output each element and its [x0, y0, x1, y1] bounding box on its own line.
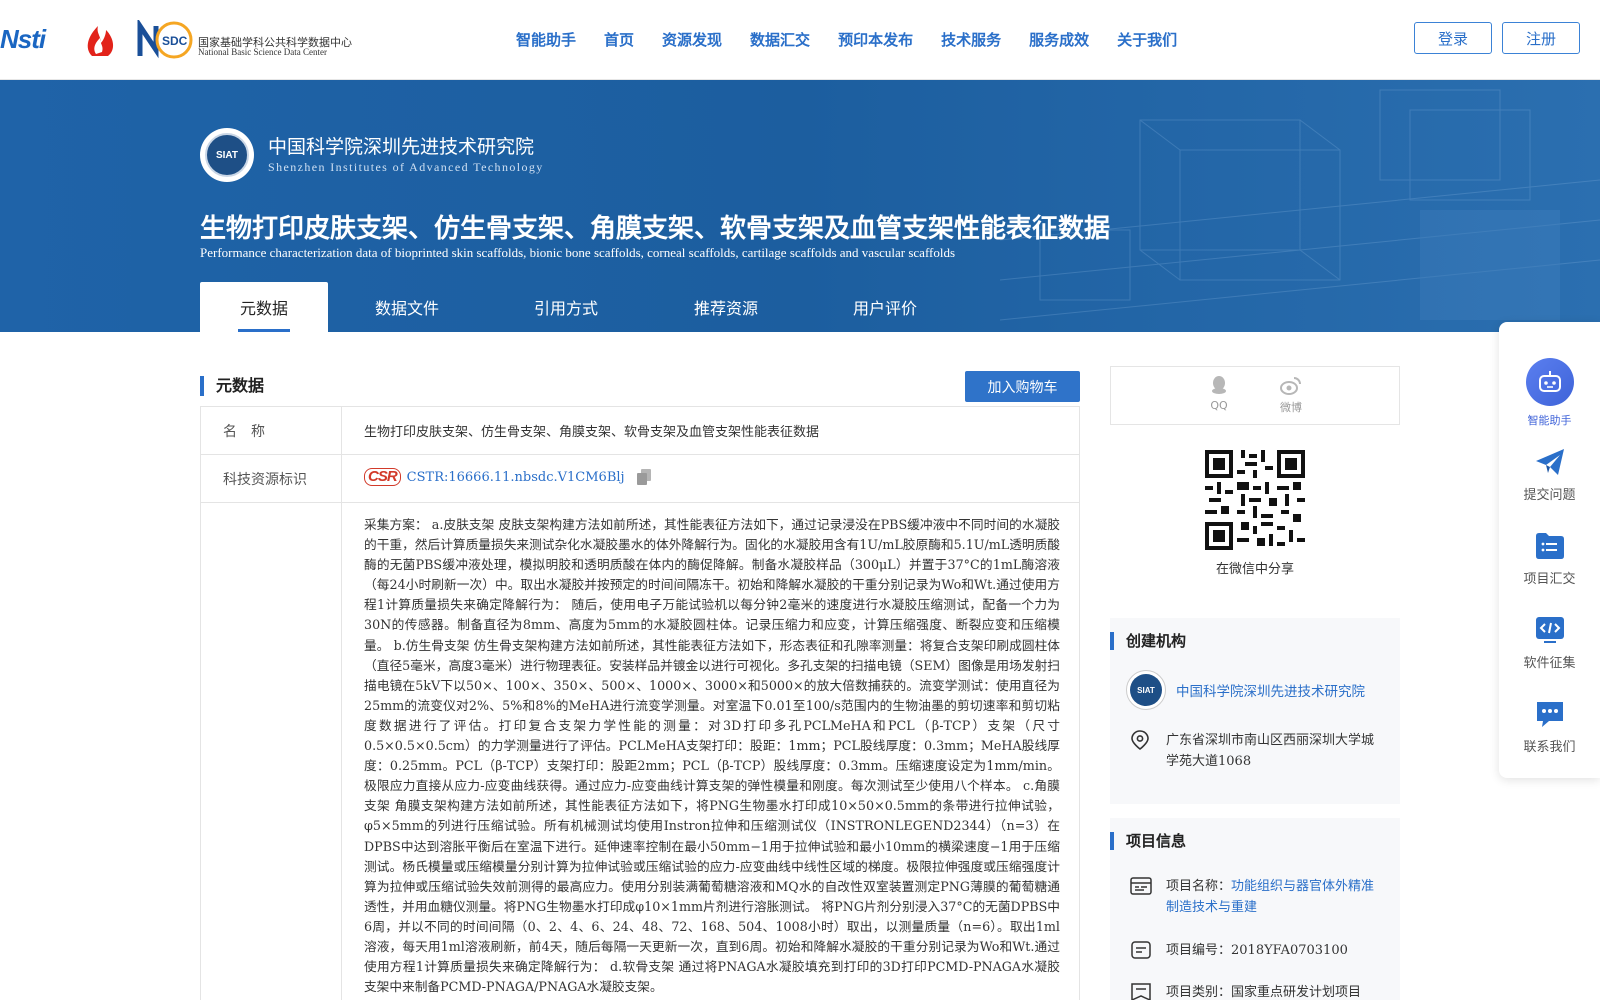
- cstr-logo[interactable]: Nsti: [0, 24, 68, 56]
- project-code: 项目编号：2018YFA0703100: [1166, 943, 1348, 958]
- cstr-identifier: CSR CSTR:16666.11.nbsdc.V1CM6Blj: [364, 468, 651, 486]
- float-software-call[interactable]: 软件征集: [1499, 614, 1600, 671]
- name-value: 生物打印皮肤支架、仿生骨支架、角膜支架、软骨支架及血管支架性能表征数据: [364, 425, 820, 440]
- nav-data-submission[interactable]: 数据汇交: [736, 28, 824, 52]
- register-button[interactable]: 注册: [1502, 22, 1580, 54]
- chat-bubble-icon: [1536, 702, 1563, 727]
- name-label: 名 称: [223, 424, 265, 440]
- creator-card: 创建机构 SIAT 中国科学院深圳先进技术研究院 广东省深圳市南山区西丽深圳大学…: [1110, 618, 1400, 804]
- project-code-icon: [1131, 941, 1151, 959]
- code-icon: [1535, 617, 1564, 643]
- dataset-banner: SIAT 中国科学院深圳先进技术研究院 Shenzhen Institutes …: [0, 80, 1600, 332]
- flame-logo-icon[interactable]: [82, 22, 120, 58]
- float-ai-assistant[interactable]: 智能助手: [1499, 358, 1600, 428]
- qq-icon: [1212, 376, 1226, 394]
- project-title: 项目信息: [1110, 832, 1186, 850]
- nsdc-en-name: National Basic Science Data Center: [198, 47, 327, 57]
- tab-citation[interactable]: 引用方式: [486, 282, 646, 332]
- project-name: 项目名称：功能组织与器官体外精准制造技术与重建: [1166, 879, 1375, 915]
- table-row: 名 称 生物打印皮肤支架、仿生骨支架、角膜支架、软骨支架及血管支架性能表征数据: [201, 407, 1079, 455]
- nav-ai-assistant[interactable]: 智能助手: [502, 28, 590, 52]
- metadata-table: 名 称 生物打印皮肤支架、仿生骨支架、角膜支架、软骨支架及血管支架性能表征数据 …: [200, 406, 1080, 1000]
- institution-logo: SIAT: [200, 128, 254, 182]
- creator-title: 创建机构: [1110, 632, 1186, 650]
- dataset-tabs: 元数据 数据文件 引用方式 推荐资源 用户评价: [200, 282, 964, 332]
- nav-resource-discovery[interactable]: 资源发现: [648, 28, 736, 52]
- nsdc-logo[interactable]: SDC 国家基础学科公共科学数据中心 National Basic Scienc…: [136, 20, 352, 60]
- float-project-submission[interactable]: 项目汇交: [1499, 530, 1600, 587]
- nav-home[interactable]: 首页: [590, 28, 648, 52]
- wechat-qr-code: [1205, 450, 1305, 550]
- tab-metadata[interactable]: 元数据: [200, 282, 328, 332]
- tab-user-reviews[interactable]: 用户评价: [806, 282, 964, 332]
- copy-icon[interactable]: [636, 469, 651, 485]
- tab-data-files[interactable]: 数据文件: [328, 282, 486, 332]
- paper-plane-icon: [1535, 449, 1564, 475]
- share-qq[interactable]: QQ: [1199, 375, 1239, 412]
- creator-logo: SIAT: [1126, 670, 1166, 710]
- dataset-title-en: Performance characterization data of bio…: [200, 245, 956, 260]
- tab-recommended[interactable]: 推荐资源: [646, 282, 806, 332]
- collection-method-text: 采集方案： a.皮肤支架 皮肤支架构建方法如前所述，其性能表征方法如下，通过记录…: [364, 517, 1060, 995]
- float-contact-us[interactable]: 联系我们: [1499, 698, 1600, 755]
- list-folder-icon: [1535, 533, 1564, 559]
- creator-name-link[interactable]: 中国科学院深圳先进技术研究院: [1176, 680, 1365, 700]
- project-name-icon: [1130, 877, 1152, 895]
- login-button[interactable]: 登录: [1414, 22, 1492, 54]
- float-submit-question[interactable]: 提交问题: [1499, 446, 1600, 503]
- share-box: QQ 微博: [1110, 366, 1400, 425]
- nav-preprint[interactable]: 预印本发布: [824, 28, 927, 52]
- project-card: 项目信息 项目名称：功能组织与器官体外精准制造技术与重建 项目编号：2018YF…: [1110, 818, 1400, 1000]
- add-to-cart-button[interactable]: 加入购物车: [965, 371, 1080, 402]
- project-type: 项目类别：国家重点研发计划项目: [1166, 985, 1362, 1000]
- dataset-title-cn: 生物打印皮肤支架、仿生骨支架、角膜支架、软骨支架及血管支架性能表征数据: [200, 214, 1111, 244]
- institution-en-name: Shenzhen Institutes of Advanced Technolo…: [268, 160, 544, 174]
- nav-tech-service[interactable]: 技术服务: [927, 28, 1015, 52]
- metadata-section-title: 元数据: [200, 376, 264, 396]
- nav-service-results[interactable]: 服务成效: [1015, 28, 1103, 52]
- nsdc-mark-icon: SDC: [137, 20, 193, 59]
- wechat-share-caption: 在微信中分享: [1215, 562, 1294, 577]
- institution-cn-name[interactable]: 中国科学院深圳先进技术研究院: [268, 132, 534, 159]
- creator-address: 广东省深圳市南山区西丽深圳大学城学苑大道1068: [1166, 733, 1375, 769]
- share-weibo[interactable]: 微博: [1271, 375, 1311, 415]
- project-type-icon: [1131, 983, 1151, 1000]
- robot-icon: [1525, 358, 1574, 406]
- cstr-badge-icon: CSR: [364, 468, 401, 486]
- table-row: 科技资源标识 CSR CSTR:16666.11.nbsdc.V1CM6Blj: [201, 455, 1079, 503]
- floating-sidebar: 智能助手 提交问题 项目汇交 软件征集 联系我们: [1499, 322, 1600, 778]
- cstr-link[interactable]: CSTR:16666.11.nbsdc.V1CM6Blj: [407, 470, 625, 485]
- identifier-label: 科技资源标识: [223, 472, 307, 488]
- main-nav: 智能助手 首页 资源发现 数据汇交 预印本发布 技术服务 服务成效 关于我们: [502, 28, 1191, 52]
- weibo-icon: [1280, 377, 1301, 395]
- banner-decoration: [1000, 89, 1600, 321]
- top-navbar: Nsti SDC 国家基础学科公共科学数据中心 National Basic S…: [0, 0, 1600, 80]
- svg-text:SDC: SDC: [162, 34, 188, 48]
- location-icon: [1131, 730, 1149, 750]
- nav-about[interactable]: 关于我们: [1103, 28, 1191, 52]
